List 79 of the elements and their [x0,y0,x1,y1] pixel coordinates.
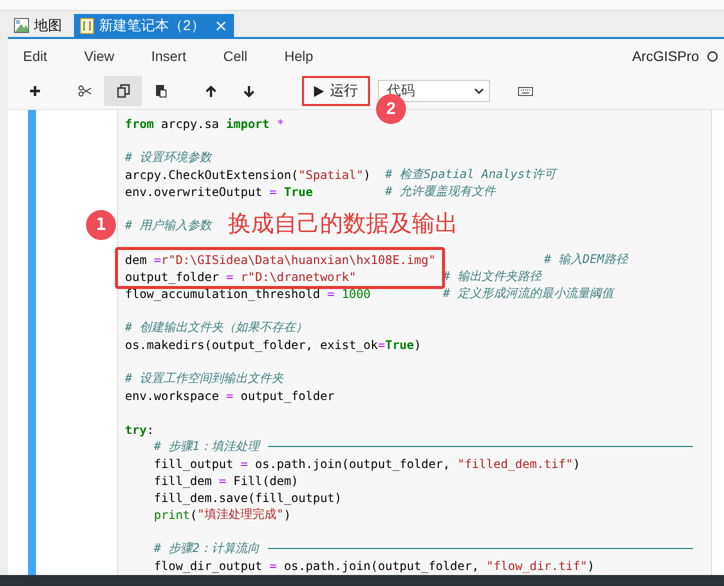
code-text: = [270,184,277,198]
document-tab[interactable]: 新建笔记本（2） [74,14,234,37]
code-text: import [226,116,270,130]
code-text: # 输入DEM路径 [544,251,628,268]
code-text: os.path.join(output_folder, [282,558,480,572]
code-text: env.overwriteOutput [125,184,264,198]
copy-icon [116,84,130,98]
play-icon [314,86,324,96]
notebook-icon [80,18,94,34]
code-text: # 步骤2：计算流向 [152,540,260,557]
code-text: ) [363,168,372,182]
code-text: "filled_dem.tif" [457,456,573,470]
code-text: # 用户输入参数 [125,217,212,234]
code-text: Fill(dem) [232,474,298,488]
code-text: fill_dem.save(fill_output) [152,490,342,504]
code-text: # 设置环境参数 [125,149,212,166]
code-text: output_folder [125,270,220,284]
code-text: = [154,252,162,266]
code-text: = [226,270,234,284]
document-tab[interactable]: 地图 [8,14,70,37]
step-marker: 1 [86,210,116,240]
code-text: ( [190,508,198,522]
code-text: : [146,422,154,436]
code-text: "flow_dir.tif" [486,558,588,572]
code-text: # 设置工作空间到输出文件夹 [125,370,284,387]
menu-item[interactable]: Cell [223,48,248,64]
code-text: r"D:\dranetwork" [240,270,358,284]
paste-icon [155,84,167,98]
code-text: from [125,116,154,130]
annotation-text: 换成自己的数据及输出 [228,210,458,239]
menu-item[interactable]: View [84,48,114,64]
code-text: flow_accumulation_threshold [125,286,322,300]
arrow-up-icon [205,84,217,98]
map-icon [14,18,29,33]
code-text: = [378,338,386,352]
code-text: ) [587,558,595,572]
code-text: env.workspace [125,388,220,402]
menu-item[interactable]: Help [284,48,314,64]
code-text: = [240,456,248,470]
code-text: output_folder [240,388,335,402]
code-text: True [385,338,414,352]
code-text: ) [572,456,580,470]
code-text: try [125,422,147,436]
code-text: # 步骤1：填洼处理 [152,438,260,455]
menu-item[interactable]: Insert [151,48,186,64]
copy-button[interactable] [104,76,142,106]
code-text: "填洼处理完成" [197,506,284,523]
code-text: os.path.join(output_folder, [254,456,452,470]
close-icon[interactable] [216,20,226,30]
code-text: 1000 [340,286,372,300]
code-text: # 检查Spatial Analyst许可 [385,166,556,183]
code-text: r"D:\GISidea\Data\huanxian\hx108E.img" [161,252,437,266]
code-text: print [152,508,190,522]
code-text: = [270,558,277,572]
code-text: fill_dem [152,474,213,488]
kernel-name: ArcGISPro [632,48,699,64]
code-text: ) [414,338,422,352]
code-text: ) [284,508,291,522]
code-text: flow_dir_output [152,558,264,572]
plus-icon [29,85,41,97]
code-text: * [276,116,284,130]
code-text: True [282,184,314,198]
code-text: arcpy.sa [160,116,220,130]
code-text: "Spatial" [298,168,364,182]
chevron-down-icon [474,88,484,94]
arrow-down-icon [243,84,255,98]
keyboard-icon [518,86,532,96]
code-text: = [226,388,234,402]
menu-item[interactable]: Edit [23,48,48,64]
code-text: # 允许覆盖现有文件 [385,183,496,200]
code-text: # 定义形成河流的最小流量阈值 [442,285,614,302]
code-text: dem [125,252,148,266]
code-text: = [327,286,335,300]
code-text: = [218,474,226,488]
code-text: # 创建输出文件夹（如果不存在） [125,319,308,336]
code-text: os.makedirs(output_folder, exist_ok [125,338,378,352]
code-text: fill_output [152,456,234,470]
scissors-icon [78,85,92,97]
code-text: arcpy.CheckOutExtension( [125,168,298,182]
